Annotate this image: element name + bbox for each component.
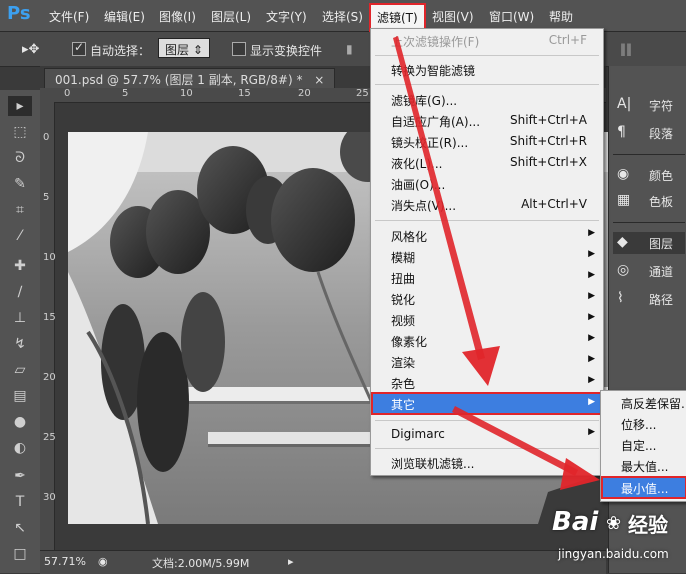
- arrow-head-icon: [462, 346, 500, 386]
- watermark-brand: Bai: [552, 507, 599, 537]
- watermark-brand-cn: 经验: [628, 513, 668, 537]
- annotation-arrows: [393, 36, 600, 490]
- watermark-url: jingyan.baidu.com: [558, 547, 669, 561]
- baidu-jingyan-watermark: Bai ❀ 经验 jingyan.baidu.com: [548, 505, 686, 573]
- arrow-to-minimum-icon: [452, 406, 578, 476]
- paw-icon: ❀: [606, 513, 622, 534]
- arrow-head-icon: [560, 458, 600, 490]
- arrow-to-other-icon: [393, 36, 485, 360]
